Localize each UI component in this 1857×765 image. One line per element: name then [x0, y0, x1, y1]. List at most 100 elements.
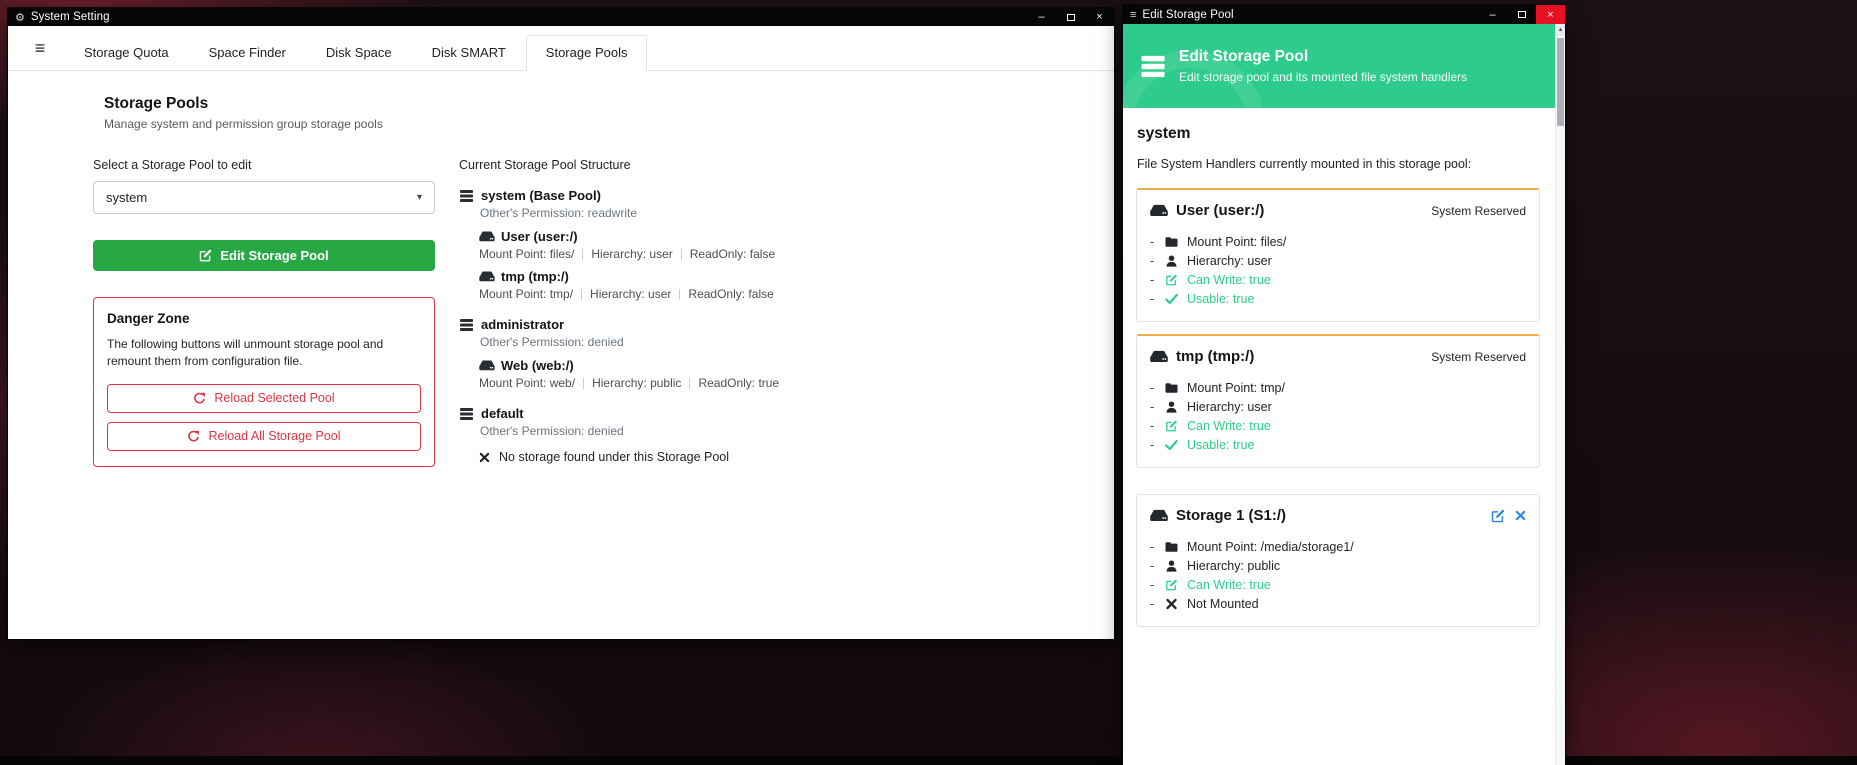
minimize-button[interactable]: –	[1478, 5, 1507, 24]
reload-all-pool-button[interactable]: Reload All Storage Pool	[107, 422, 421, 451]
window-controls: – ×	[1027, 8, 1114, 26]
handler-card-tmp: tmp (tmp:/) System Reserved Mount Point:…	[1136, 334, 1540, 468]
scroll-up-button[interactable]: ▲	[1556, 24, 1565, 36]
row-text: Can Write: true	[1187, 273, 1271, 287]
mount-point: Mount Point: tmp/	[479, 287, 573, 301]
hdd-icon	[479, 360, 495, 371]
mount-name: Web (web:/)	[501, 358, 574, 373]
server-icon	[1140, 54, 1166, 79]
scrollbar[interactable]: ▲	[1555, 24, 1565, 765]
pool-administrator: administrator Other's Permission: denied…	[459, 317, 779, 390]
pool-name: system (Base Pool)	[481, 188, 601, 203]
banner-subtitle: Edit storage pool and its mounted file s…	[1179, 70, 1467, 84]
handler-row: Not Mounted	[1150, 594, 1526, 613]
system-setting-window: ⚙ System Setting – × ≡ Storage Quota Spa…	[8, 8, 1114, 639]
tab-disk-smart[interactable]: Disk SMART	[412, 35, 526, 71]
handler-row: Mount Point: /media/storage1/	[1150, 537, 1526, 556]
pool-default: default Other's Permission: denied No st…	[459, 406, 779, 464]
system-reserved-badge: System Reserved	[1431, 350, 1526, 364]
pool-structure-column: Current Storage Pool Structure system (B…	[459, 158, 779, 467]
user-icon	[1165, 254, 1180, 267]
maximize-button[interactable]	[1056, 8, 1085, 26]
separator	[582, 249, 583, 260]
pool-permission: Other's Permission: denied	[480, 335, 779, 349]
hdd-icon	[1150, 350, 1168, 363]
edit-pool-content: Edit Storage Pool Edit storage pool and …	[1123, 24, 1555, 765]
handlers-intro: File System Handlers currently mounted i…	[1137, 157, 1538, 171]
row-text: Can Write: true	[1187, 578, 1271, 592]
menu-icon[interactable]: ≡	[24, 39, 56, 57]
mount-web: Web (web:/) Mount Point: web/ Hierarchy:…	[479, 358, 779, 390]
hdd-icon	[1150, 204, 1168, 217]
handler-row: Hierarchy: user	[1150, 251, 1526, 270]
handler-name: User (user:/)	[1176, 202, 1264, 219]
row-text: Can Write: true	[1187, 419, 1271, 433]
separator	[681, 249, 682, 260]
scrollbar-thumb[interactable]	[1557, 38, 1564, 126]
reload-all-label: Reload All Storage Pool	[208, 429, 340, 443]
pool-name-heading: system	[1137, 125, 1538, 143]
edit-icon	[199, 249, 212, 262]
tab-storage-pools[interactable]: Storage Pools	[526, 35, 648, 71]
server-icon	[459, 189, 474, 203]
page-subtitle: Manage system and permission group stora…	[104, 117, 1114, 131]
mount-readonly: ReadOnly: true	[698, 376, 779, 390]
edit-storage-pool-window: ≡ Edit Storage Pool – × Edit Storage Poo…	[1123, 5, 1565, 765]
pool-edit-column: Select a Storage Pool to edit system ▾ E…	[93, 158, 435, 467]
maximize-icon	[1518, 11, 1526, 18]
mount-name: tmp (tmp:/)	[501, 269, 569, 284]
edit-icon	[1165, 273, 1180, 286]
window-title: Edit Storage Pool	[1142, 9, 1233, 21]
mount-name: User (user:/)	[501, 229, 578, 244]
pool-system: system (Base Pool) Other's Permission: r…	[459, 188, 779, 301]
remove-handler-button[interactable]	[1515, 510, 1526, 521]
row-text: Mount Point: /media/storage1/	[1187, 540, 1354, 554]
handler-row: Usable: true	[1150, 435, 1526, 454]
system-setting-titlebar: ⚙ System Setting – ×	[8, 8, 1114, 26]
mount-point: Mount Point: web/	[479, 376, 575, 390]
pool-select-value: system	[106, 190, 147, 205]
structure-title: Current Storage Pool Structure	[459, 158, 779, 172]
separator	[583, 378, 584, 389]
maximize-button[interactable]	[1507, 5, 1536, 24]
danger-zone: Danger Zone The following buttons will u…	[93, 297, 435, 467]
window-title: System Setting	[31, 11, 110, 23]
handler-name: Storage 1 (S1:/)	[1176, 507, 1286, 524]
mount-hierarchy: Hierarchy: public	[592, 376, 681, 390]
x-icon	[479, 452, 490, 463]
row-text: Hierarchy: public	[1187, 559, 1280, 573]
pool-select[interactable]: system ▾	[93, 181, 435, 214]
edit-storage-pool-button[interactable]: Edit Storage Pool	[93, 240, 435, 271]
folder-icon	[1165, 381, 1180, 394]
pool-select-label: Select a Storage Pool to edit	[93, 158, 435, 172]
mount-readonly: ReadOnly: false	[688, 287, 773, 301]
row-text: Usable: true	[1187, 438, 1254, 452]
handler-name: tmp (tmp:/)	[1176, 348, 1254, 365]
hdd-icon	[479, 231, 495, 242]
minimize-button[interactable]: –	[1027, 8, 1056, 26]
reload-selected-pool-button[interactable]: Reload Selected Pool	[107, 384, 421, 413]
folder-icon	[1165, 235, 1180, 248]
maximize-icon	[1067, 14, 1075, 21]
handler-card-user: User (user:/) System Reserved Mount Poin…	[1136, 188, 1540, 322]
page-header: Storage Pools Manage system and permissi…	[104, 95, 1114, 131]
edit-pool-titlebar: ≡ Edit Storage Pool – ×	[1123, 5, 1565, 24]
row-text: Mount Point: tmp/	[1187, 381, 1285, 395]
close-button[interactable]: ×	[1536, 5, 1565, 24]
empty-pool-message: No storage found under this Storage Pool	[479, 450, 779, 464]
edit-handler-button[interactable]	[1491, 509, 1505, 523]
taskbar	[0, 756, 1857, 765]
page-title: Storage Pools	[104, 95, 1114, 113]
content: Select a Storage Pool to edit system ▾ E…	[93, 158, 1114, 467]
handler-actions	[1491, 509, 1526, 523]
tab-disk-space[interactable]: Disk Space	[306, 35, 412, 71]
tab-space-finder[interactable]: Space Finder	[189, 35, 306, 71]
user-icon	[1165, 400, 1180, 413]
mount-user: User (user:/) Mount Point: files/ Hierar…	[479, 229, 779, 261]
tab-storage-quota[interactable]: Storage Quota	[64, 35, 189, 71]
separator	[679, 289, 680, 300]
mount-hierarchy: Hierarchy: user	[591, 247, 672, 261]
close-button[interactable]: ×	[1085, 8, 1114, 26]
user-icon	[1165, 559, 1180, 572]
hdd-icon	[1150, 509, 1168, 522]
